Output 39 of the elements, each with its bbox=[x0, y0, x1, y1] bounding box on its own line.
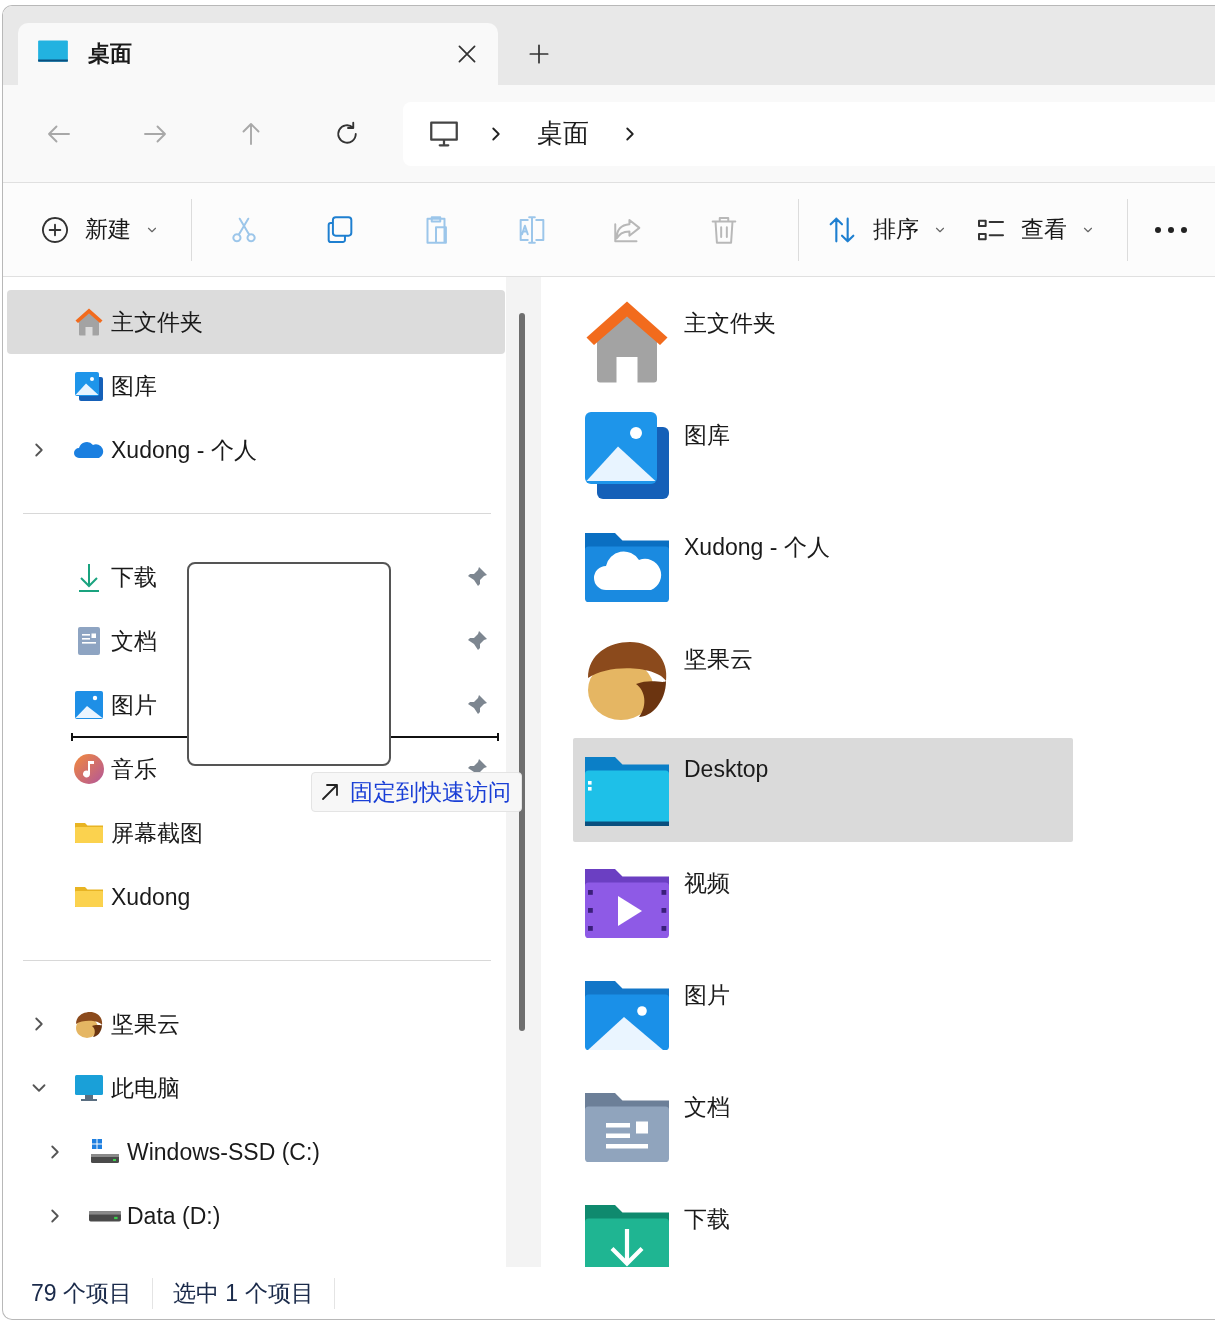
sidebar-item[interactable]: 屏幕截图 bbox=[7, 801, 215, 865]
sidebar-item[interactable]: Data (D:) bbox=[7, 1184, 233, 1248]
file-item[interactable]: 主文件夹 bbox=[573, 290, 1073, 394]
file-item[interactable]: 视频 bbox=[573, 850, 1073, 954]
music-icon bbox=[73, 753, 105, 785]
sidebar-item[interactable]: 图库 bbox=[7, 354, 169, 418]
sidebar-item[interactable]: 图片 bbox=[7, 673, 169, 737]
file-item[interactable]: Xudong - 个人 bbox=[573, 514, 1073, 618]
sidebar-item[interactable]: Xudong bbox=[7, 865, 203, 929]
monitor-icon bbox=[73, 1072, 105, 1104]
sidebar-item[interactable]: 坚果云 bbox=[7, 992, 192, 1056]
sort-button[interactable]: 排序 bbox=[811, 199, 961, 260]
picture-icon bbox=[73, 689, 105, 721]
house-icon bbox=[73, 306, 105, 338]
sidebar-item[interactable]: Windows-SSD (C:) bbox=[7, 1120, 332, 1184]
address-bar[interactable]: 桌面 bbox=[403, 101, 1215, 166]
file-item[interactable]: 坚果云 bbox=[573, 626, 1073, 730]
file-item[interactable]: 下载 bbox=[573, 1186, 1073, 1267]
item-count: 79 个项目 bbox=[31, 1277, 153, 1309]
scrollbar-thumb[interactable] bbox=[519, 313, 525, 1031]
sidebar-item[interactable]: 文档 bbox=[7, 609, 169, 673]
file-item[interactable]: 图库 bbox=[573, 402, 1073, 506]
gallery-icon bbox=[73, 370, 105, 402]
sidebar-item[interactable]: Xudong - 个人 bbox=[7, 418, 269, 482]
sidebar-item[interactable]: 音乐 bbox=[7, 737, 169, 801]
sidebar-item[interactable]: 下载 bbox=[7, 545, 169, 609]
sidebar-item[interactable]: 此电脑 bbox=[7, 1056, 192, 1120]
sidebar-item[interactable]: 主文件夹 bbox=[7, 290, 505, 354]
selection-count: 选中 1 个项目 bbox=[173, 1277, 335, 1309]
file-item[interactable]: Desktop bbox=[573, 738, 1073, 842]
drive-icon bbox=[89, 1209, 121, 1223]
file-item[interactable]: 图片 bbox=[573, 962, 1073, 1066]
file-item[interactable]: 文档 bbox=[573, 1074, 1073, 1178]
more-icon bbox=[1154, 225, 1188, 234]
tooltip-text: 固定到快速访问 bbox=[350, 777, 511, 807]
tab[interactable]: 桌面 bbox=[18, 23, 498, 85]
breadcrumb-item[interactable]: 桌面 bbox=[531, 116, 595, 151]
view-button[interactable]: 查看 bbox=[961, 199, 1109, 260]
new-button[interactable]: 新建 bbox=[25, 199, 173, 260]
